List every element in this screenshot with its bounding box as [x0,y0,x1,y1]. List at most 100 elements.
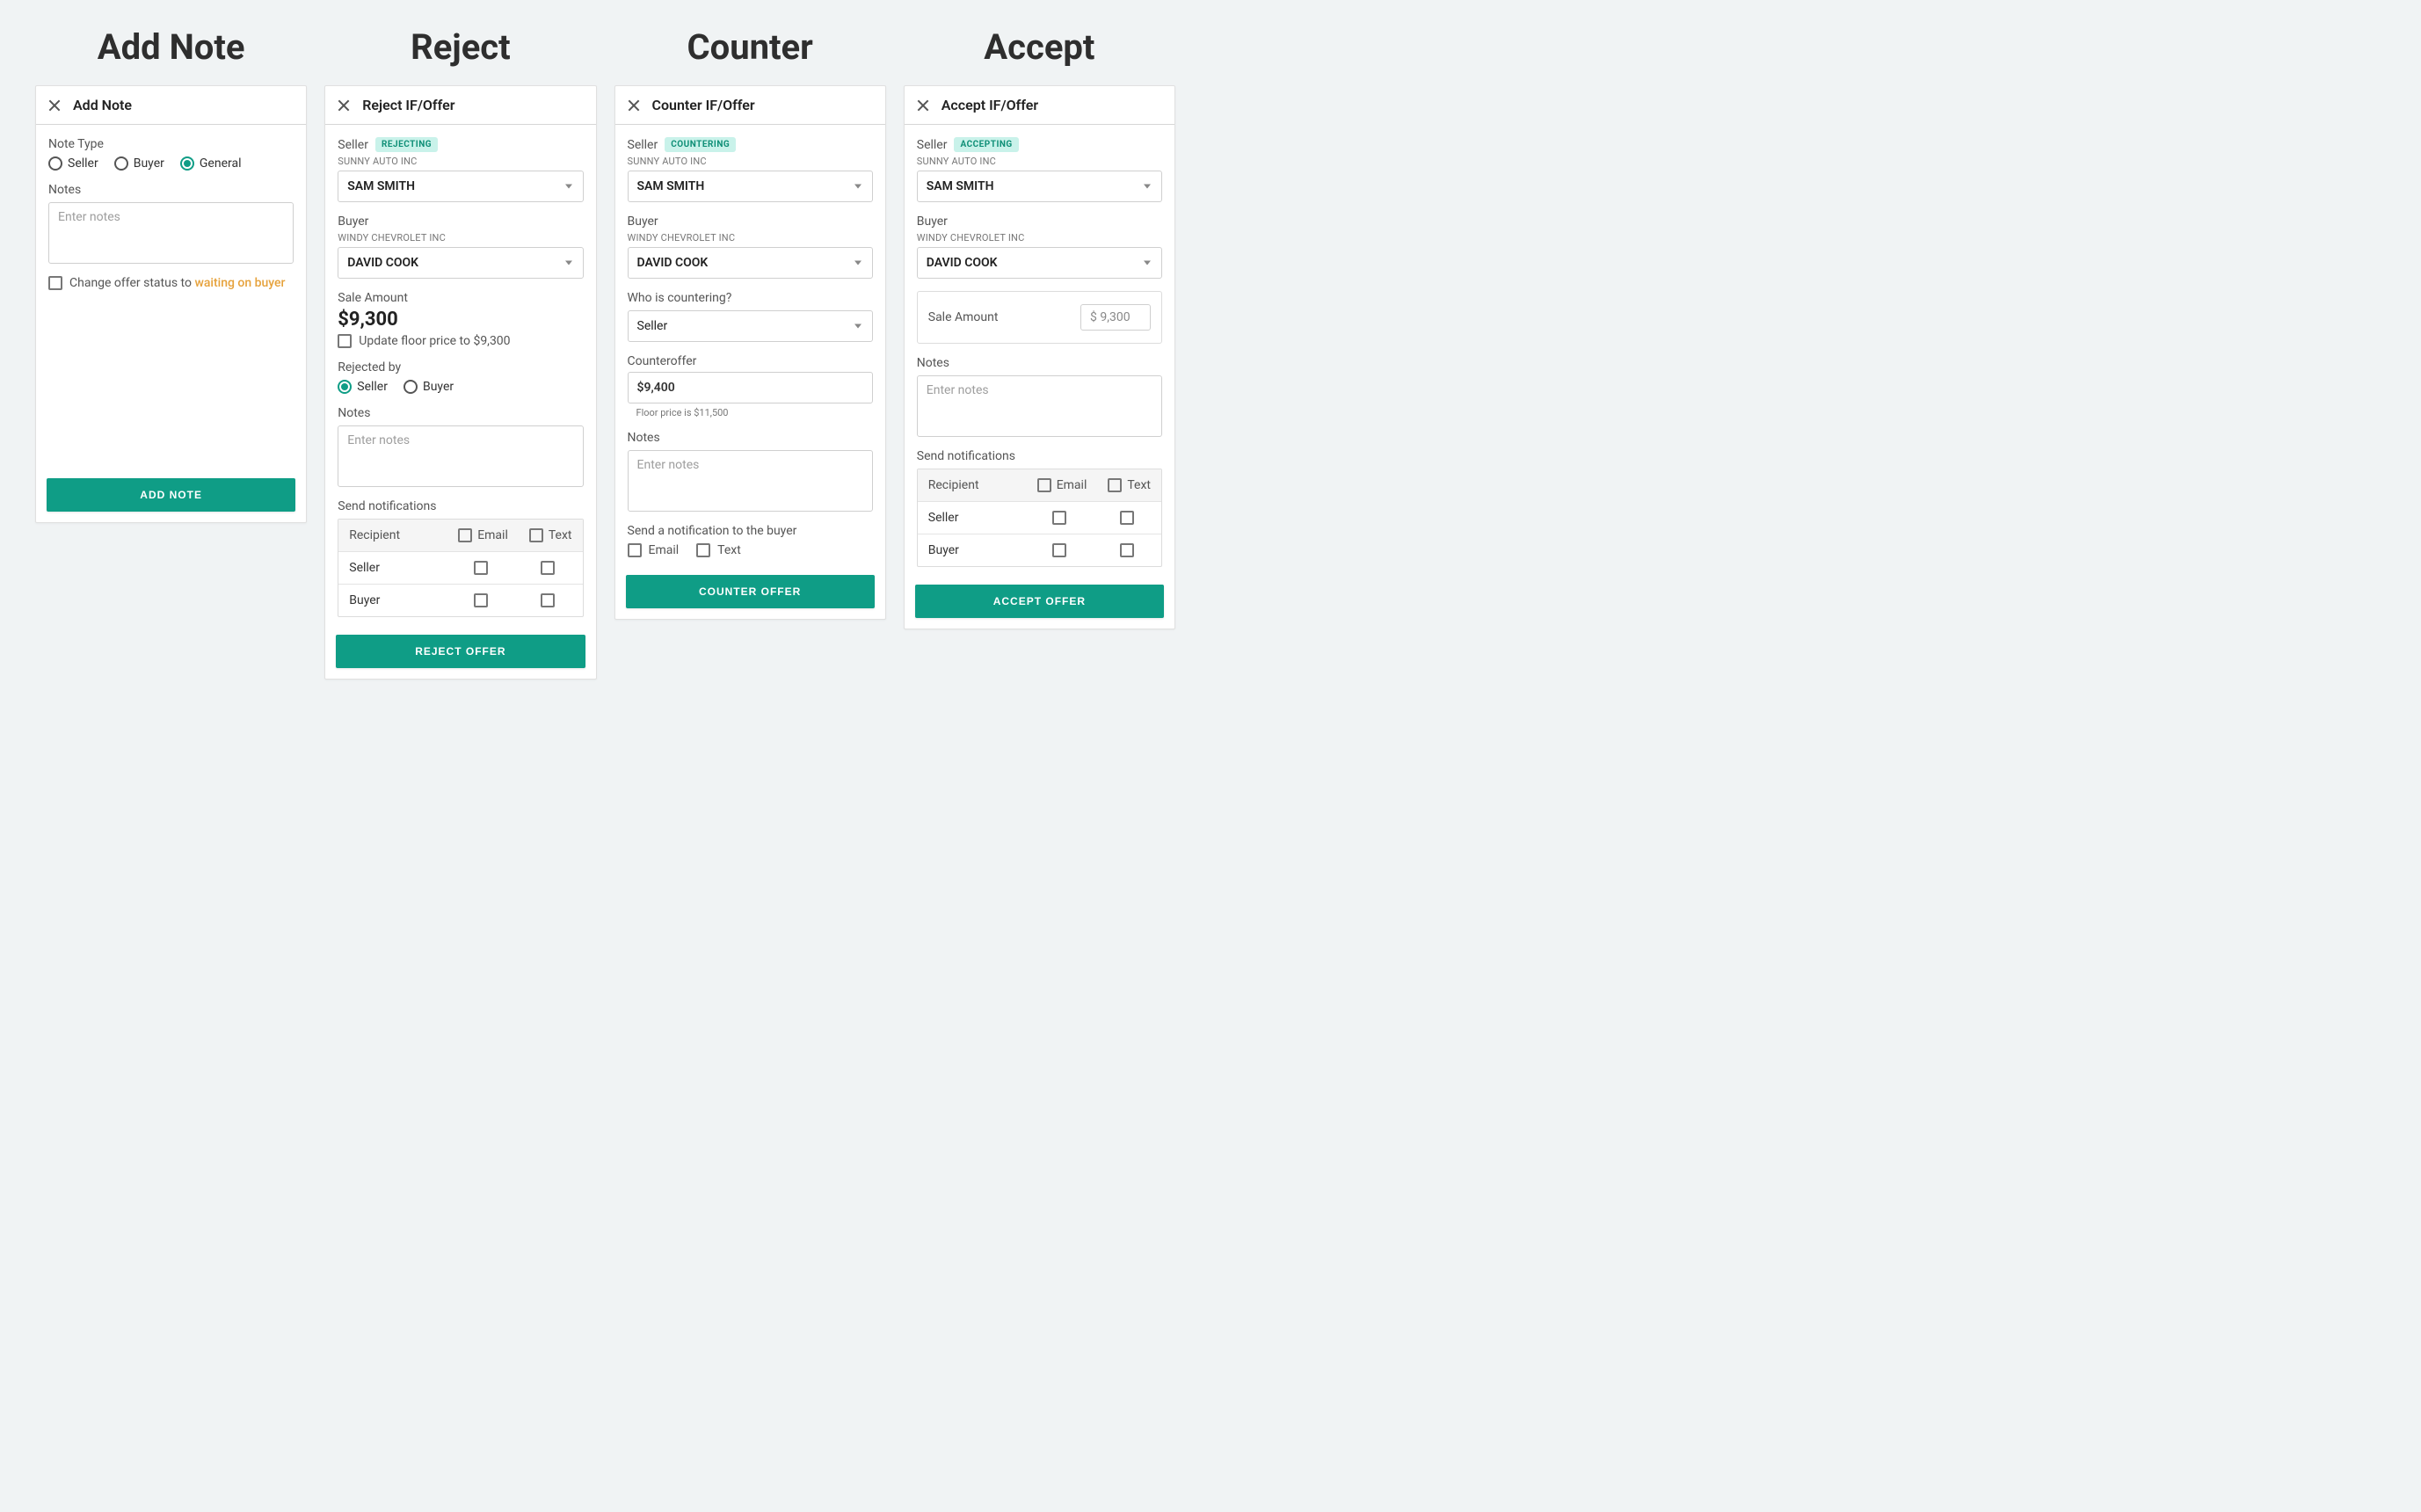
panel-title: Reject IF/Offer [362,97,454,113]
floor-hint: Floor price is $11,500 [628,407,873,418]
close-icon[interactable] [48,99,61,112]
who-label: Who is countering? [628,291,873,305]
buyer-select[interactable]: DAVID COOK [628,247,873,279]
radio-buyer[interactable]: Buyer [114,156,164,171]
column-title-reject: Reject [324,26,596,68]
update-floor-row[interactable]: Update floor price to $9,300 [338,334,583,348]
who-select[interactable]: Seller [628,310,873,342]
radio-label: Buyer [134,156,164,171]
buyer-select[interactable]: DAVID COOK [338,247,583,279]
seller-label: Seller [338,138,368,152]
buyer-company: WINDY CHEVROLET INC [628,232,873,244]
column-title-counter: Counter [614,26,886,68]
status-badge: REJECTING [375,137,438,152]
radio-label: Buyer [423,380,454,394]
seller-select[interactable]: SAM SMITH [338,171,583,202]
notes-label: Notes [48,183,294,197]
checkbox-buyer-email[interactable] [474,593,488,607]
notif-label: Email [649,543,680,557]
radio-circle-icon [404,380,418,394]
td-seller: Seller [338,552,447,585]
th-email: Email [1027,469,1098,502]
close-icon[interactable] [338,99,350,112]
checkbox-icon[interactable] [1108,478,1122,492]
seller-select[interactable]: SAM SMITH [917,171,1162,202]
checkbox-icon[interactable] [338,334,352,348]
seller-company: SUNNY AUTO INC [917,156,1162,167]
seller-label: Seller [628,138,658,152]
checkbox-icon[interactable] [1037,478,1051,492]
notes-label: Notes [628,431,873,445]
notes-input[interactable] [917,375,1162,437]
checkbox-icon[interactable] [458,528,472,542]
column-title-accept: Accept [904,26,1175,68]
add-note-panel: Add Note Note Type Seller Buyer [35,85,307,523]
buyer-label: Buyer [917,214,1162,229]
radio-rejected-seller[interactable]: Seller [338,380,388,394]
checkbox-seller-text[interactable] [541,561,555,575]
checkbox-seller-email[interactable] [1052,511,1066,525]
buyer-company: WINDY CHEVROLET INC [338,232,583,244]
change-status-row[interactable]: Change offer status to waiting on buyer [48,276,294,290]
sale-amount-label: Sale Amount [928,310,999,324]
note-type-label: Note Type [48,137,294,151]
update-floor-text: Update floor price to $9,300 [359,334,510,348]
close-icon[interactable] [628,99,640,112]
th-email: Email [447,520,519,552]
status-badge: ACCEPTING [954,137,1018,152]
checkbox-seller-email[interactable] [474,561,488,575]
seller-select[interactable]: SAM SMITH [628,171,873,202]
notif-email-row[interactable]: Email [628,543,680,557]
seller-company: SUNNY AUTO INC [338,156,583,167]
counter-offer-button[interactable]: COUNTER OFFER [626,575,875,608]
buyer-label: Buyer [628,214,873,229]
checkbox-buyer-email[interactable] [1052,543,1066,557]
radio-circle-icon [338,380,352,394]
checkbox-icon[interactable] [696,543,710,557]
checkbox-icon[interactable] [628,543,642,557]
notes-input[interactable] [628,450,873,512]
sale-amount-label: Sale Amount [338,291,583,305]
send-notif-label: Send a notification to the buyer [628,524,873,538]
buyer-company: WINDY CHEVROLET INC [917,232,1162,244]
sale-amount: $9,300 [338,309,583,331]
radio-seller[interactable]: Seller [48,156,98,171]
td-buyer: Buyer [918,534,1027,566]
rejected-by-label: Rejected by [338,360,583,374]
radio-label: Seller [68,156,98,171]
sale-amount-field: Sale Amount $ 9,300 [917,291,1162,344]
notes-input[interactable] [338,425,583,487]
checkbox-buyer-text[interactable] [541,593,555,607]
buyer-select[interactable]: DAVID COOK [917,247,1162,279]
notes-label: Notes [917,356,1162,370]
panel-title: Counter IF/Offer [652,97,755,113]
checkbox-buyer-text[interactable] [1120,543,1134,557]
notes-input[interactable] [48,202,294,264]
checkbox-seller-text[interactable] [1120,511,1134,525]
radio-general[interactable]: General [180,156,242,171]
td-seller: Seller [918,502,1027,534]
td-buyer: Buyer [338,585,447,616]
radio-circle-icon [114,156,128,171]
notif-label: Text [717,543,741,557]
counteroffer-input[interactable] [628,372,873,403]
accept-offer-button[interactable]: ACCEPT OFFER [915,585,1164,618]
radio-label: General [200,156,242,171]
notif-text-row[interactable]: Text [696,543,741,557]
buyer-label: Buyer [338,214,583,229]
checkbox-icon[interactable] [48,276,62,290]
reject-offer-button[interactable]: REJECT OFFER [336,635,585,668]
status-badge: COUNTERING [665,137,736,152]
close-icon[interactable] [917,99,929,112]
radio-circle-icon [180,156,194,171]
add-note-button[interactable]: ADD NOTE [47,478,295,512]
panel-title: Accept IF/Offer [942,97,1038,113]
change-status-text: Change offer status to waiting on buyer [69,276,285,290]
checkbox-icon[interactable] [529,528,543,542]
column-title-add-note: Add Note [35,26,307,68]
notes-label: Notes [338,406,583,420]
sale-amount-input[interactable]: $ 9,300 [1080,304,1151,331]
notifications-table: Recipient Email Text Seller Buyer [338,519,583,617]
th-text: Text [1097,469,1161,502]
radio-rejected-buyer[interactable]: Buyer [404,380,454,394]
